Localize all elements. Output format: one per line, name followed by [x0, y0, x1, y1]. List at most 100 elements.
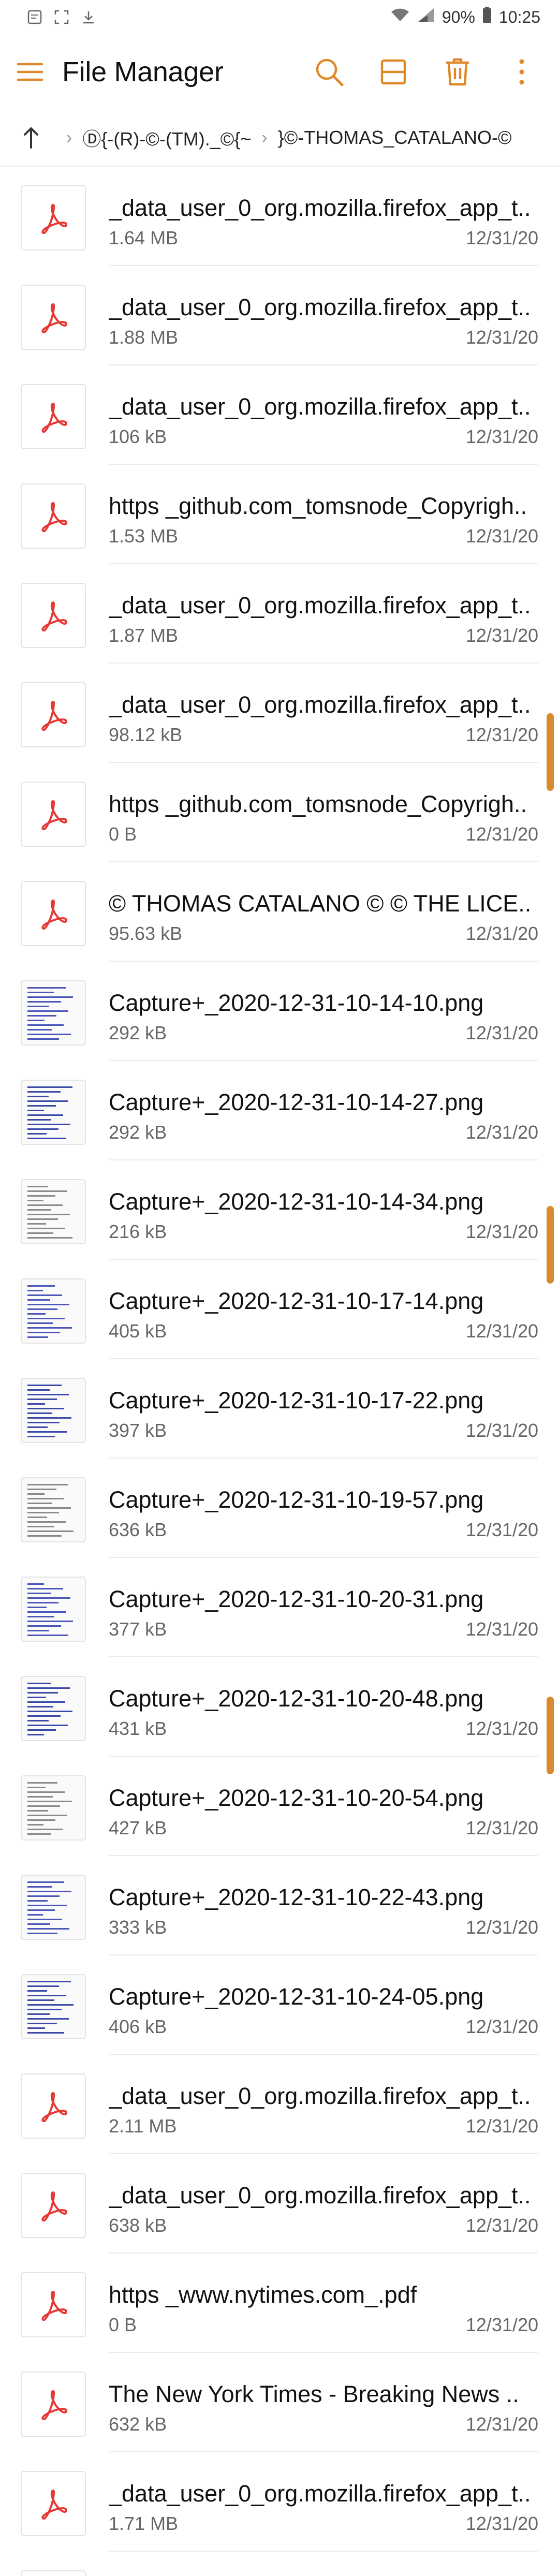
file-size: 106 kB: [109, 426, 167, 447]
download-icon: [81, 9, 96, 25]
search-button[interactable]: [314, 56, 345, 87]
file-size: 397 kB: [109, 1420, 167, 1441]
sim-toolkit-icon: [27, 9, 42, 25]
file-row[interactable]: Capture+_2020-12-31-10-24-05.png 406 kB 12…: [0, 1955, 559, 2055]
file-row[interactable]: Capture+_2020-12-31-10-19-57.png 636 kB 12…: [0, 1459, 559, 1558]
file-date: 12/31/20: [465, 1817, 538, 1838]
image-thumbnail: [21, 1477, 86, 1542]
more-options-button[interactable]: [506, 56, 537, 87]
file-date: 12/31/20: [465, 923, 538, 944]
file-name: https _github.com_tomsnode_Copyrigh..: [109, 493, 527, 519]
battery-icon: [482, 7, 492, 27]
file-row[interactable]: _data_user_0_org.mozilla.firefox_app_t..…: [0, 564, 559, 664]
file-row[interactable]: Capture+_2020-12-31-10-17-14.png 405 kB 12…: [0, 1260, 559, 1359]
file-date: 12/31/20: [465, 625, 538, 646]
battery-percent: 90%: [442, 7, 475, 26]
pdf-file-icon: [21, 881, 86, 946]
file-date: 12/31/20: [465, 227, 538, 248]
file-row[interactable]: _data_user_0_org.mozilla.firefox_app_t..…: [0, 266, 559, 365]
image-thumbnail: [21, 1378, 86, 1443]
file-date: 12/31/20: [465, 2413, 538, 2435]
image-thumbnail: [21, 1179, 86, 1244]
file-name: © THOMAS CATALANO © © THE LICE..: [109, 890, 532, 917]
menu-button[interactable]: [16, 57, 45, 86]
file-size: 638 kB: [109, 2215, 167, 2236]
file-row[interactable]: _data_user_0_org.mozilla.firefox_app_t..…: [0, 664, 559, 763]
navigate-up-button[interactable]: [21, 125, 41, 151]
pdf-file-icon: [21, 2173, 86, 2238]
pdf-file-icon: [21, 2372, 86, 2437]
file-row[interactable]: Capture+_2020-12-31-10-20-31.png 377 kB 12…: [0, 1558, 559, 1657]
file-size: 95.63 kB: [109, 923, 183, 944]
breadcrumb-segment[interactable]: }©-THOMAS_CATALANO-©: [278, 127, 512, 149]
file-date: 12/31/20: [465, 1022, 538, 1043]
file-name: Capture+_2020-12-31-10-20-54.png: [109, 1785, 484, 1811]
file-row[interactable]: © THOMAS CATALANO © © THE LICE.. 95.63 kB…: [0, 862, 559, 962]
file-size: 2.11 MB: [109, 2115, 177, 2137]
file-date: 12/31/20: [465, 1519, 538, 1540]
file-size: 632 kB: [109, 2413, 167, 2435]
file-date: 12/31/20: [465, 1221, 538, 1242]
file-size: 377 kB: [109, 1618, 167, 1640]
breadcrumb-segment[interactable]: Ⓓ{-(R)-©-(TM)._©{~: [82, 124, 251, 151]
file-name: https _www.nytimes.com_.pdf: [109, 2281, 417, 2308]
scroll-handle[interactable]: [547, 713, 554, 791]
file-name: _data_user_0_org.mozilla.firefox_app_t..: [109, 2182, 531, 2209]
file-row[interactable]: _data_user_0_org.mozilla.firefox_app_t..: [0, 2552, 559, 2576]
arrow-up-icon: [24, 127, 38, 149]
pdf-file-icon: [21, 2272, 86, 2337]
file-date: 12/31/20: [465, 1917, 538, 1938]
file-size: 406 kB: [109, 2016, 167, 2037]
notification-icons: [27, 9, 96, 25]
file-row[interactable]: Capture+_2020-12-31-10-20-48.png 431 kB 12…: [0, 1657, 559, 1757]
file-date: 12/31/20: [465, 525, 538, 547]
scroll-handle[interactable]: [547, 1206, 554, 1284]
file-row[interactable]: Capture+_2020-12-31-10-14-10.png 292 kB 12…: [0, 962, 559, 1061]
file-date: 12/31/20: [465, 724, 538, 745]
file-date: 12/31/20: [465, 2016, 538, 2037]
file-row[interactable]: https _github.com_tomsnode_Copyrigh.. 0 B…: [0, 763, 559, 862]
file-name: Capture+_2020-12-31-10-17-22.png: [109, 1387, 484, 1414]
status-bar: 90% 10:25: [0, 0, 559, 34]
delete-button[interactable]: [442, 56, 473, 87]
file-row[interactable]: https _github.com_tomsnode_Copyrigh.. 1.5…: [0, 465, 559, 564]
scroll-handle[interactable]: [547, 1697, 554, 1774]
file-date: 12/31/20: [465, 2115, 538, 2137]
file-name: https _github.com_tomsnode_Copyrigh..: [109, 791, 527, 817]
file-date: 12/31/20: [465, 1718, 538, 1739]
split-view-icon: [380, 59, 406, 85]
file-row[interactable]: https _www.nytimes.com_.pdf 0 B 12/31/20: [0, 2254, 559, 2353]
file-size: 0 B: [109, 2314, 137, 2335]
pdf-file-icon: [21, 2471, 86, 2536]
more-vert-icon: [519, 59, 524, 85]
system-status: 90% 10:25: [390, 7, 540, 27]
file-name: Capture+_2020-12-31-10-20-48.png: [109, 1685, 484, 1712]
breadcrumb: › Ⓓ{-(R)-©-(TM)._©{~ › }©-THOMAS_CATALAN…: [0, 110, 559, 167]
file-row[interactable]: Capture+_2020-12-31-10-22-43.png 333 kB 12…: [0, 1856, 559, 1955]
file-row[interactable]: Capture+_2020-12-31-10-20-54.png 427 kB 12…: [0, 1757, 559, 1856]
file-row[interactable]: The New York Times - Breaking News .. 632…: [0, 2353, 559, 2452]
file-row[interactable]: _data_user_0_org.mozilla.firefox_app_t..…: [0, 2154, 559, 2254]
menu-icon: [17, 63, 43, 81]
file-name: _data_user_0_org.mozilla.firefox_app_t..: [109, 294, 531, 320]
file-row[interactable]: _data_user_0_org.mozilla.firefox_app_t..…: [0, 365, 559, 465]
file-row[interactable]: Capture+_2020-12-31-10-14-27.png 292 kB 12…: [0, 1061, 559, 1160]
file-date: 12/31/20: [465, 1618, 538, 1640]
file-name: Capture+_2020-12-31-10-14-27.png: [109, 1089, 484, 1115]
file-size: 1.53 MB: [109, 525, 179, 547]
file-date: 12/31/20: [465, 2314, 538, 2335]
image-thumbnail: [21, 1080, 86, 1145]
file-size: 292 kB: [109, 1122, 167, 1143]
file-row[interactable]: Capture+_2020-12-31-10-17-22.png 397 kB 12…: [0, 1359, 559, 1459]
split-view-button[interactable]: [378, 56, 409, 87]
signal-icon: [417, 7, 435, 27]
file-row[interactable]: _data_user_0_org.mozilla.firefox_app_t..…: [0, 167, 559, 266]
file-name: _data_user_0_org.mozilla.firefox_app_t..: [109, 691, 531, 718]
file-date: 12/31/20: [465, 823, 538, 845]
file-size: 1.88 MB: [109, 327, 179, 348]
chevron-right-icon: ›: [66, 127, 72, 148]
file-row[interactable]: _data_user_0_org.mozilla.firefox_app_t..…: [0, 2452, 559, 2552]
file-row[interactable]: _data_user_0_org.mozilla.firefox_app_t..…: [0, 2055, 559, 2154]
file-row[interactable]: Capture+_2020-12-31-10-14-34.png 216 kB 12…: [0, 1160, 559, 1260]
file-name: _data_user_0_org.mozilla.firefox_app_t..: [109, 2083, 531, 2109]
